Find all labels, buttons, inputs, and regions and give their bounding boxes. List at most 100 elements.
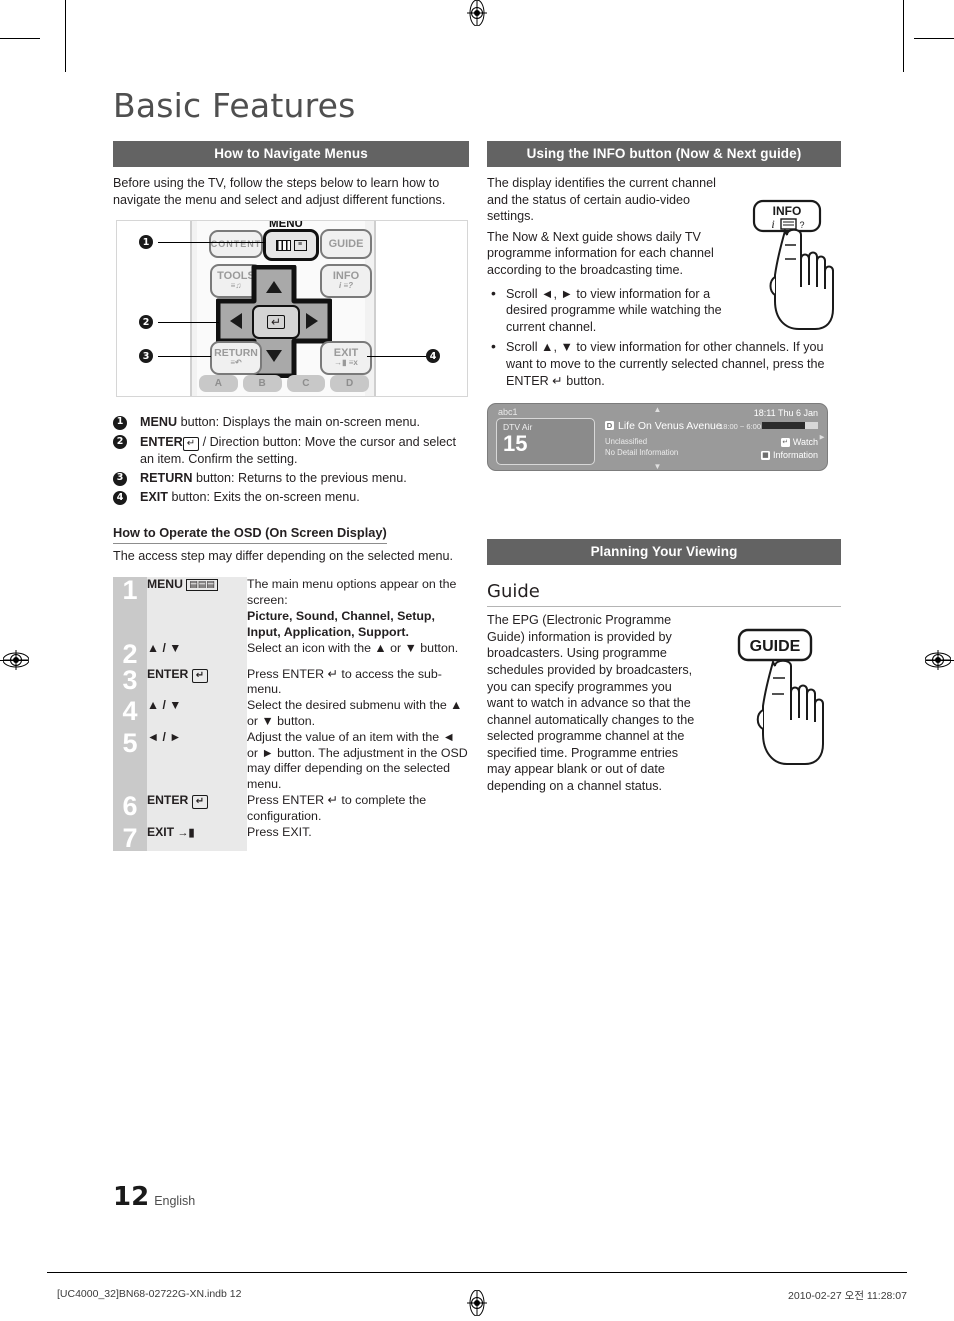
- step-desc-bold-1: Picture, Sound, Channel, Setup, Input, A…: [247, 609, 435, 639]
- osd-programme-title: D Life On Venus Avenue: [605, 420, 722, 432]
- menu-icon: ▤▤▤: [186, 579, 218, 592]
- right-column: Using the INFO button (Now & Next guide)…: [487, 141, 841, 795]
- callout-line-3: [158, 356, 211, 358]
- osd-subheading: How to Operate the OSD (On Screen Displa…: [113, 525, 387, 544]
- legend-badge-3: 3: [113, 471, 127, 486]
- guide-hand-illustration: GUIDE: [725, 626, 835, 776]
- scroll-right-icon: ►: [818, 432, 826, 442]
- table-row: 7 EXIT →▮ Press EXIT.: [113, 824, 469, 851]
- osd-clock: 18:11 Thu 6 Jan: [753, 408, 818, 419]
- info-paragraph-2: The Now & Next guide shows daily TV prog…: [487, 229, 714, 277]
- step-key-label-6: ENTER: [147, 792, 189, 807]
- enter-icon: ↵: [191, 668, 209, 683]
- step-number-2: 2: [113, 640, 147, 667]
- legend-text-4: button: Exits the on-screen menu.: [168, 490, 360, 505]
- callout-line-2: [158, 322, 219, 324]
- table-row: 2 ▲ / ▼ Select an icon with the ▲ or ▼ b…: [113, 640, 469, 667]
- footer-divider: [47, 1272, 907, 1273]
- step-key-label-3: ENTER: [147, 666, 189, 681]
- osd-channel-number: 15: [503, 431, 528, 457]
- step-desc-2: Select an icon with the ▲ or ▼ button.: [247, 640, 459, 655]
- section-header-navigate-menus: How to Navigate Menus: [113, 141, 469, 167]
- info-icon: ■: [760, 451, 770, 461]
- legend-item-2: 2 ENTER ↵ / Direction button: Move the cu…: [113, 434, 469, 467]
- step-desc-text-1: The main menu options appear on the scre…: [247, 577, 457, 608]
- legend-bold-1: MENU: [140, 415, 178, 430]
- step-desc-4: Select the desired submenu with the ▲ or…: [247, 698, 463, 728]
- remote-button-exit: EXIT →▮ ≡x: [320, 341, 372, 376]
- footer-timestamp: 2010-02-27 오전 11:28:07: [788, 1290, 907, 1302]
- crop-mark-top-right: [903, 0, 904, 72]
- step-number-1: 1: [113, 577, 147, 641]
- step-number-7: 7: [113, 824, 147, 851]
- step-key-3: ENTER ↵: [147, 666, 247, 699]
- enter-icon: ↵: [191, 794, 209, 809]
- callout-line-1: [158, 242, 265, 244]
- remote-button-content: CONTENT: [209, 230, 263, 259]
- legend-bold-3: RETURN: [140, 471, 193, 485]
- table-row: 1 MENU ▤▤▤ The main menu options appear …: [113, 577, 469, 641]
- step-number-5: 5: [113, 729, 147, 793]
- guide-paragraph: The EPG (Electronic Programme Guide) inf…: [487, 613, 695, 794]
- registration-mark-bottom: [464, 1290, 490, 1316]
- remote-button-c: C: [286, 375, 326, 393]
- svg-text:i: i: [771, 217, 774, 231]
- svg-text:?: ?: [799, 220, 804, 230]
- remote-frame: CONTENT MENU ≡ GUIDE TOOLS ≡♫ INFO i ≡? …: [116, 220, 468, 398]
- guide-content: The EPG (Electronic Programme Guide) inf…: [487, 612, 841, 795]
- legend-bold-2: ENTER: [140, 434, 183, 449]
- page-number: 12: [113, 1182, 150, 1212]
- info-glyph: i ≡?: [339, 281, 353, 291]
- page-number-block: 12 English: [113, 1182, 195, 1212]
- scroll-down-icon: ▼: [653, 462, 662, 472]
- step-key-1: MENU ▤▤▤: [147, 577, 247, 641]
- remote-button-menu: ≡: [263, 229, 319, 262]
- info-hand-illustration: INFO i ?: [741, 197, 841, 337]
- legend-badge-4: 4: [113, 490, 127, 505]
- programme-tag-icon: D: [605, 421, 614, 431]
- legend-item-1: 1 MENU button: Displays the main on-scre…: [113, 414, 469, 430]
- crop-mark-left-top: [0, 38, 40, 39]
- step-desc-1: The main menu options appear on the scre…: [247, 577, 469, 640]
- remote-button-guide: GUIDE: [320, 229, 372, 260]
- remote-button-b: B: [242, 375, 282, 393]
- legend-item-4: 4 EXIT button: Exits the on-screen menu.: [113, 489, 469, 505]
- step-desc-6: Press ENTER ↵ to complete the configurat…: [247, 792, 427, 823]
- footer-filename: [UC4000_32]BN68-02722G-XN.indb 12: [57, 1288, 242, 1300]
- left-column: How to Navigate Menus Before using the T…: [113, 141, 469, 851]
- navigate-intro-text: Before using the TV, follow the steps be…: [113, 176, 446, 207]
- osd-time-range: 18:00 ~ 6:00: [719, 422, 761, 432]
- exit-glyph: →▮ ≡x: [334, 358, 358, 368]
- enter-icon: ↵: [266, 315, 286, 330]
- osd-information-label: Information: [772, 450, 818, 461]
- return-glyph: ≡↶: [230, 358, 242, 368]
- osd-network-label: abc1: [498, 407, 518, 418]
- step-key-6: ENTER ↵: [147, 792, 247, 825]
- osd-progress-fill: [762, 422, 806, 430]
- registration-mark-top: [464, 0, 490, 26]
- crop-mark-right-top: [914, 38, 954, 39]
- osd-watch-action: ↵ Watch: [780, 437, 818, 448]
- remote-button-enter: ↵: [252, 305, 300, 340]
- menu-grid-icon: [275, 239, 291, 251]
- osd-information-action: ■ Information: [760, 450, 818, 461]
- page-title: Basic Features: [113, 86, 356, 125]
- step-number-6: 6: [113, 793, 147, 825]
- section-header-info-button: Using the INFO button (Now & Next guide): [487, 141, 841, 167]
- guide-heading: Guide: [487, 581, 540, 603]
- table-row: 3 ENTER ↵ Press ENTER ↵ to access the su…: [113, 666, 469, 699]
- menu-list-icon: ≡: [293, 239, 307, 251]
- remote-legend-list: 1 MENU button: Displays the main on-scre…: [113, 414, 469, 506]
- osd-channel-box: DTV Air 15: [496, 418, 595, 466]
- legend-badge-1: 1: [113, 415, 127, 430]
- enter-icon: ↵: [182, 436, 200, 451]
- remote-button-return: RETURN ≡↶: [210, 341, 262, 376]
- step-desc-3: Press ENTER ↵ to access the sub-menu.: [247, 666, 442, 697]
- osd-watch-label: Watch: [792, 437, 818, 448]
- osd-rating: Unclassified: [605, 437, 648, 447]
- exit-icon: →▮: [177, 826, 195, 839]
- step-desc-5: Adjust the value of an item with the ◄ o…: [247, 729, 468, 792]
- enter-icon: ↵: [780, 438, 790, 448]
- list-item: Scroll ◄, ► to view information for a de…: [487, 285, 746, 336]
- step-key-label-1: MENU: [147, 577, 183, 592]
